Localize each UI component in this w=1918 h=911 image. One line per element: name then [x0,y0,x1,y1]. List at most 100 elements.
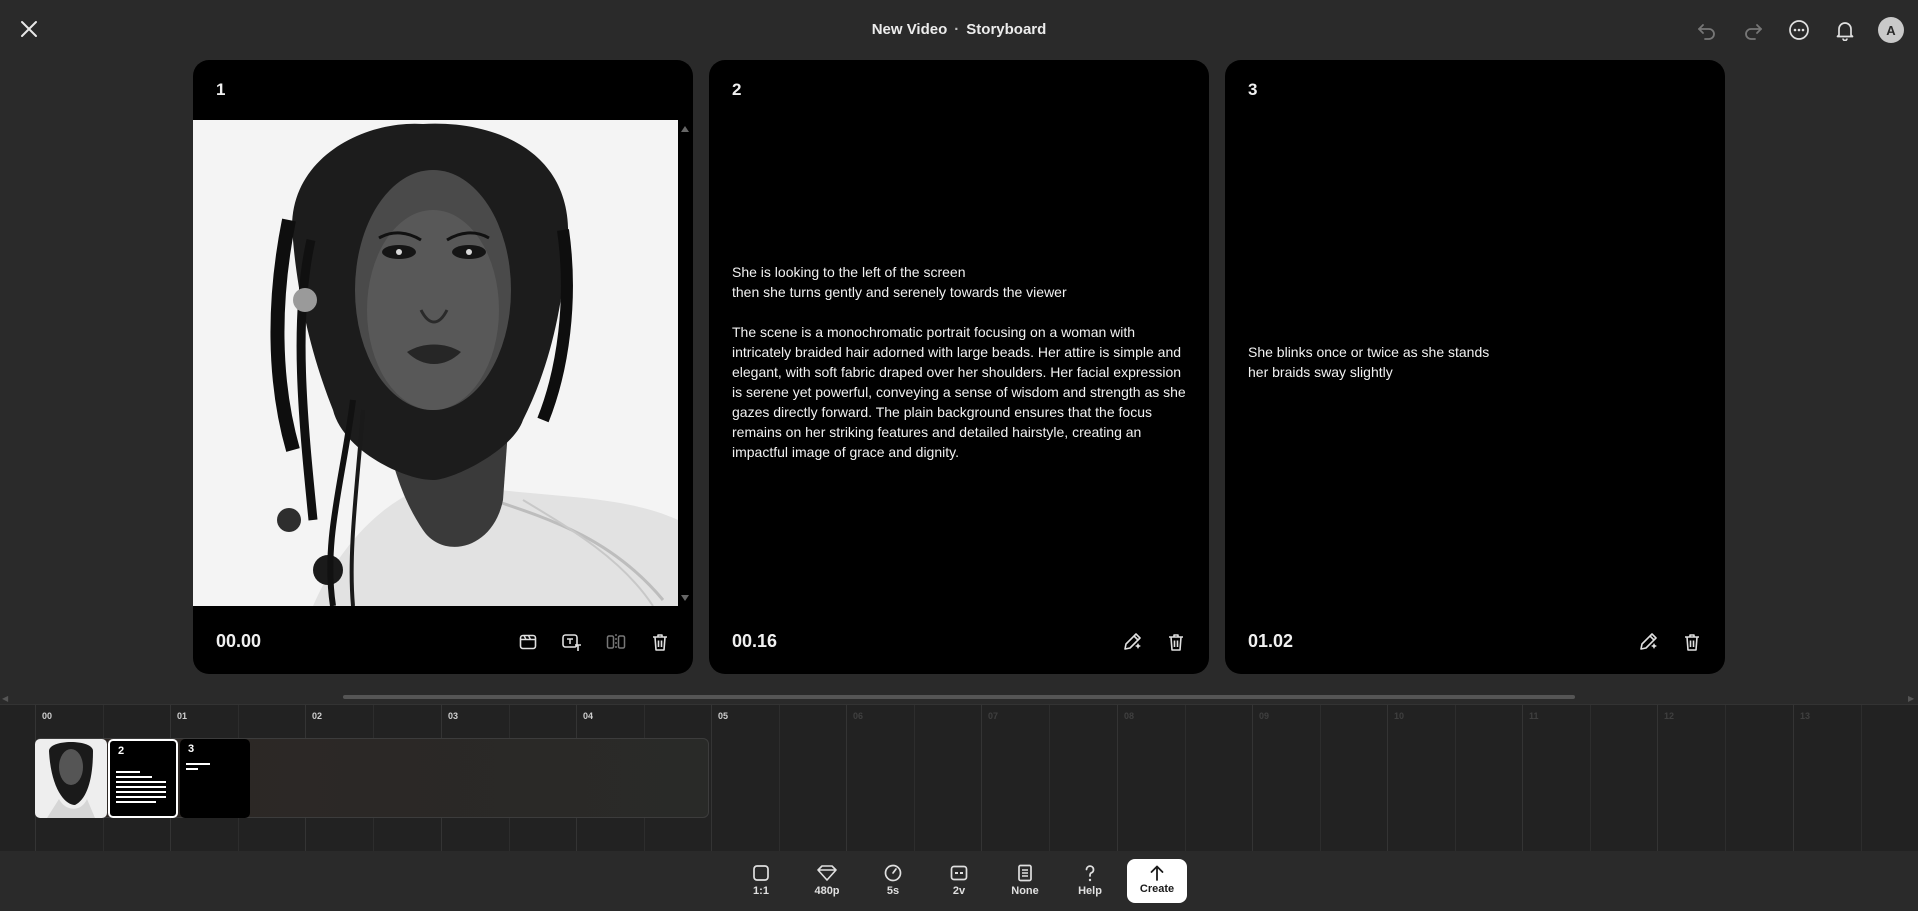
pen-icon [1640,633,1657,650]
card-actions [1633,627,1707,657]
help-label: Help [1078,885,1102,897]
timeline-clip-2[interactable]: 2 [108,739,178,818]
aspect-ratio-label: 1:1 [753,885,769,897]
question-icon [1085,865,1095,882]
more-button[interactable] [1783,14,1815,46]
ruler-tick-label: 09 [1259,711,1270,721]
variations-icon [950,865,968,881]
scroll-down-icon[interactable] [680,594,690,602]
storyboard-card-1[interactable]: 1 00.00 [193,60,693,674]
ruler-tick-label: 05 [718,711,729,721]
ruler-minor-gridline [914,705,915,852]
ruler-minor-gridline [1185,705,1186,852]
storyboard-icon [519,634,537,650]
help-button[interactable]: Help [1064,863,1116,903]
pen-icon [1124,633,1141,650]
card-time: 00.16 [732,631,778,651]
ruler-gridline [1793,705,1794,852]
scene-prompt-text[interactable]: She blinks once or twice as she stands h… [1248,342,1703,382]
ruler-gridline [1522,705,1523,852]
ruler-minor-gridline [1049,705,1050,852]
document-icon [1018,864,1032,882]
trash-icon [653,634,667,651]
storyboard-card-2[interactable]: 2 She is looking to the left of the scre… [709,60,1209,674]
create-button[interactable]: Create [1127,859,1187,903]
variations-label: 2v [952,885,966,897]
ruler-tick-label: 08 [1124,711,1135,721]
ruler-tick-label: 06 [853,711,864,721]
storyboard-button[interactable] [513,627,543,657]
project-title: New Video [871,21,948,38]
quality-label: 480p [814,885,840,897]
edit-text-button[interactable] [557,627,587,657]
notifications-button[interactable] [1829,14,1861,46]
ruler-minor-gridline [1725,705,1726,852]
ruler-minor-gridline [1861,705,1862,852]
card-number: 1 [216,80,226,99]
ruler-gridline [846,705,847,852]
clip-text-preview [186,763,210,773]
ruler-gridline [1387,705,1388,852]
ruler-tick-label: 02 [312,711,323,721]
more-icon [1789,20,1809,40]
undo-button[interactable] [1691,14,1723,46]
clock-icon [884,864,902,882]
delete-button[interactable] [1161,627,1191,657]
scene-image[interactable] [193,120,678,606]
bottom-toolbar: 1:1 480p 5s 2v None Help Create [0,851,1918,911]
aspect-ratio-button[interactable]: 1:1 [735,863,787,903]
ruler-tick-label: 13 [1800,711,1811,721]
page-title: New Video · Storyboard [0,21,1918,38]
timeline-clip-1[interactable] [35,739,107,818]
card-number: 3 [1248,80,1258,99]
ruler-gridline [981,705,982,852]
undo-icon [1698,24,1715,40]
style-button[interactable]: None [999,863,1051,903]
ruler-minor-gridline [1455,705,1456,852]
ruler-tick-label: 10 [1394,711,1405,721]
delete-button[interactable] [1677,627,1707,657]
clip-number: 2 [118,745,125,757]
scroll-up-icon[interactable] [680,125,690,133]
timeline[interactable]: 2 3 00 01 02 03 04 05 06 07 08 09 10 11 12 13 [0,704,1918,852]
clip-thumbnail [35,739,107,818]
quality-button[interactable]: 480p [801,863,853,903]
timeline-clip-3[interactable]: 3 [180,739,250,818]
edit-button[interactable] [1117,627,1147,657]
ruler-gridline [1657,705,1658,852]
card-number: 2 [732,80,742,99]
ruler-tick-label: 03 [448,711,459,721]
ruler-gridline [1117,705,1118,852]
clip-text-preview [116,771,166,806]
clip-number: 3 [188,743,195,755]
ruler-gridline [1252,705,1253,852]
create-label: Create [1139,883,1175,895]
style-label: None [1011,885,1039,897]
ruler-tick-label: 01 [177,711,188,721]
mirror-button[interactable] [601,627,631,657]
trash-icon [1169,634,1183,651]
portrait-illustration [193,120,678,606]
mirror-icon [606,634,626,650]
edit-button[interactable] [1633,627,1663,657]
text-edit-icon [562,634,581,651]
arrow-up-icon [1150,865,1164,881]
delete-button[interactable] [645,627,675,657]
scroll-right-icon[interactable]: ▶ [1908,694,1914,703]
horizontal-scrollbar[interactable] [343,695,1575,699]
redo-button[interactable] [1737,14,1769,46]
diamond-icon [817,865,837,881]
ruler-tick-label: 00 [42,711,53,721]
card-actions [513,627,675,657]
scroll-left-icon[interactable]: ◀ [2,694,8,703]
card-time: 00.00 [216,631,262,651]
variations-button[interactable]: 2v [933,863,985,903]
square-icon [753,865,769,881]
avatar[interactable]: A [1878,17,1904,43]
bell-icon [1836,22,1854,41]
ruler-tick-label: 07 [988,711,999,721]
storyboard-card-3[interactable]: 3 She blinks once or twice as she stands… [1225,60,1725,674]
scene-prompt-text[interactable]: She is looking to the left of the screen… [732,262,1187,462]
top-actions: A [1691,14,1904,46]
duration-button[interactable]: 5s [867,863,919,903]
